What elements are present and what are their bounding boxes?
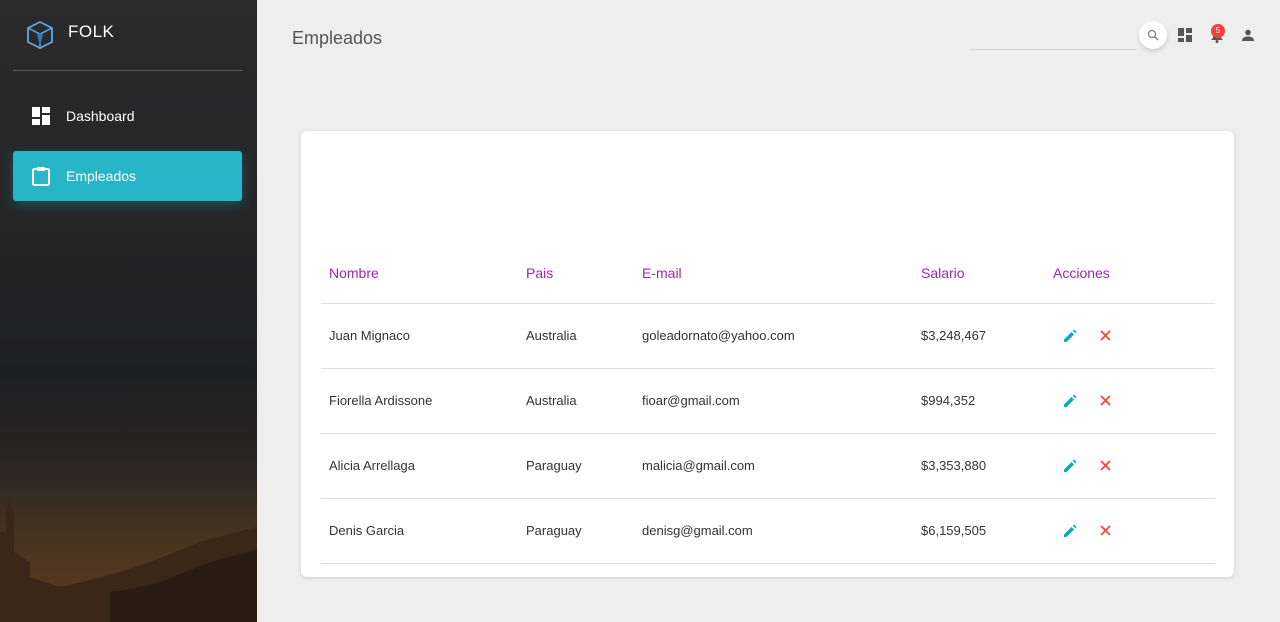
column-header-pais: Pais bbox=[518, 243, 634, 304]
close-icon bbox=[1099, 525, 1111, 536]
cell-pais: Australia bbox=[518, 368, 634, 434]
cell-nombre: Juan Mignaco bbox=[321, 303, 518, 369]
delete-button[interactable] bbox=[1094, 455, 1116, 477]
edit-button[interactable] bbox=[1059, 390, 1081, 412]
cell-salario: $6,159,505 bbox=[913, 498, 1045, 564]
sidebar-background-image bbox=[0, 497, 257, 622]
cell-nombre: Denis Garcia bbox=[321, 498, 518, 564]
sidebar-item-dashboard[interactable]: Dashboard bbox=[13, 91, 242, 141]
edit-pencil-icon bbox=[1064, 394, 1077, 407]
cell-salario: $3,353,880 bbox=[913, 433, 1045, 499]
sidebar-item-label: Dashboard bbox=[66, 108, 135, 124]
person-icon bbox=[1242, 29, 1254, 41]
search-icon bbox=[1147, 29, 1159, 41]
cell-nombre: Fiorella Ardissone bbox=[321, 368, 518, 434]
edit-button[interactable] bbox=[1059, 325, 1081, 347]
edit-button[interactable] bbox=[1059, 520, 1081, 542]
column-header-email: E-mail bbox=[634, 243, 913, 304]
search-button[interactable] bbox=[1139, 21, 1167, 49]
cell-pais: Australia bbox=[518, 303, 634, 369]
delete-button[interactable] bbox=[1094, 325, 1116, 347]
page-title: Empleados bbox=[292, 28, 383, 48]
edit-pencil-icon bbox=[1064, 329, 1077, 342]
edit-pencil-icon bbox=[1064, 524, 1077, 537]
column-header-nombre: Nombre bbox=[321, 243, 518, 304]
cell-acciones bbox=[1045, 303, 1215, 369]
sidebar: FOLK Dashboard Empleados bbox=[0, 0, 257, 622]
sidebar-item-label: Empleados bbox=[66, 168, 137, 184]
cell-nombre: Alicia Arrellaga bbox=[321, 433, 518, 499]
cell-pais: Paraguay bbox=[518, 433, 634, 499]
cell-salario: $3,248,467 bbox=[913, 303, 1045, 369]
table-row: Juan Mignaco Australia goleadornato@yaho… bbox=[321, 303, 1215, 369]
brand[interactable]: FOLK bbox=[13, 0, 242, 71]
cell-email: fioar@gmail.com bbox=[634, 368, 913, 434]
search-input[interactable] bbox=[971, 22, 1136, 50]
dashboard-button[interactable] bbox=[1176, 26, 1194, 44]
clipboard-icon bbox=[31, 166, 51, 186]
close-icon bbox=[1099, 460, 1111, 471]
profile-button[interactable] bbox=[1239, 26, 1257, 44]
notification-badge: 5 bbox=[1211, 24, 1225, 38]
brand-name: FOLK bbox=[68, 22, 115, 41]
employees-card: Nombre Pais E-mail Salario Acciones Juan… bbox=[301, 131, 1234, 577]
column-header-salario: Salario bbox=[913, 243, 1045, 304]
cell-acciones bbox=[1045, 368, 1215, 434]
column-header-acciones: Acciones bbox=[1045, 243, 1215, 304]
close-icon bbox=[1099, 395, 1111, 406]
edit-button[interactable] bbox=[1059, 455, 1081, 477]
employees-table: Nombre Pais E-mail Salario Acciones Juan… bbox=[321, 243, 1215, 564]
delete-button[interactable] bbox=[1094, 390, 1116, 412]
edit-pencil-icon bbox=[1064, 459, 1077, 472]
dashboard-icon bbox=[31, 106, 51, 126]
close-icon bbox=[1099, 330, 1111, 341]
cell-acciones bbox=[1045, 498, 1215, 564]
delete-button[interactable] bbox=[1094, 520, 1116, 542]
cell-acciones bbox=[1045, 433, 1215, 499]
dashboard-icon bbox=[1178, 28, 1192, 42]
cube-logo-icon bbox=[27, 20, 53, 50]
table-row: Alicia Arrellaga Paraguay malicia@gmail.… bbox=[321, 433, 1215, 499]
table-row: Denis Garcia Paraguay denisg@gmail.com $… bbox=[321, 498, 1215, 564]
cell-salario: $994,352 bbox=[913, 368, 1045, 434]
table-row: Fiorella Ardissone Australia fioar@gmail… bbox=[321, 368, 1215, 434]
table-header-row: Nombre Pais E-mail Salario Acciones bbox=[321, 243, 1215, 304]
cell-email: denisg@gmail.com bbox=[634, 498, 913, 564]
sidebar-item-empleados[interactable]: Empleados bbox=[13, 151, 242, 201]
cell-email: goleadornato@yahoo.com bbox=[634, 303, 913, 369]
cell-pais: Paraguay bbox=[518, 498, 634, 564]
cell-email: malicia@gmail.com bbox=[634, 433, 913, 499]
